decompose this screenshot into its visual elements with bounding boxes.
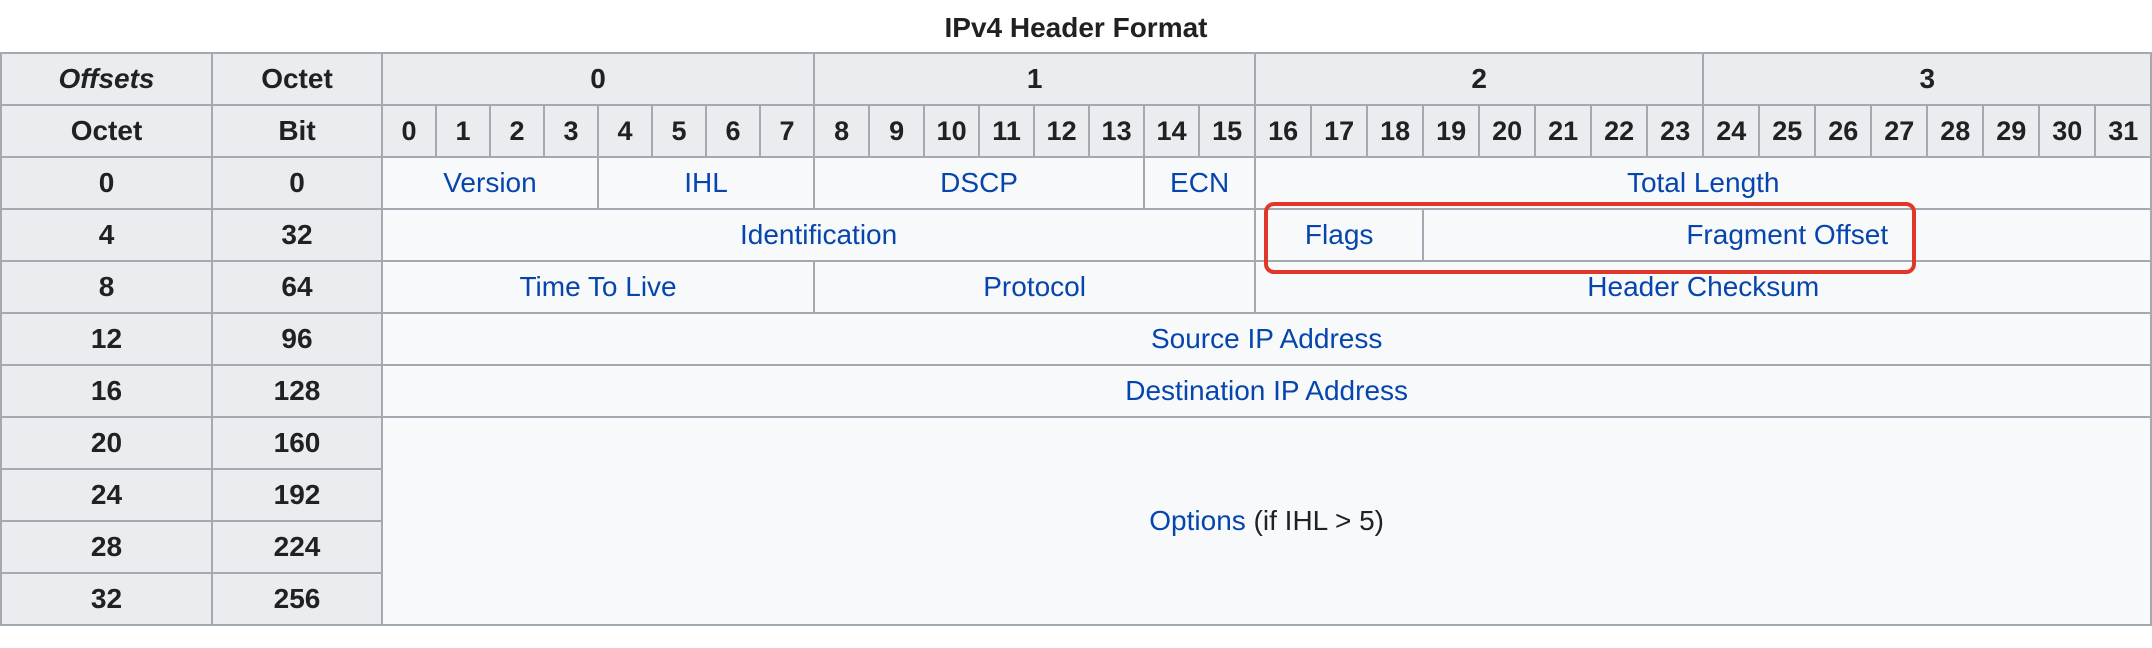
- bit-number: 17: [1310, 104, 1369, 158]
- field-identification-link[interactable]: Identification: [380, 208, 1257, 262]
- bit-number: 31: [2094, 104, 2152, 158]
- octet-number-3: 3: [1702, 52, 2152, 106]
- row-bit-offset: 224: [211, 520, 383, 574]
- bit-number: 8: [813, 104, 871, 158]
- bit-number: 29: [1982, 104, 2041, 158]
- bit-number: 22: [1590, 104, 1649, 158]
- bit-number: 28: [1926, 104, 1985, 158]
- table-row: 12 96 Source IP Address: [0, 312, 2152, 366]
- octet-number-2: 2: [1254, 52, 1705, 106]
- octet-number-0: 0: [380, 52, 816, 106]
- bit-number: 7: [758, 104, 816, 158]
- octet-number-1: 1: [813, 52, 1257, 106]
- field-ttl-link[interactable]: Time To Live: [380, 260, 816, 314]
- bit-number: 23: [1646, 104, 1705, 158]
- bit-number: 30: [2038, 104, 2097, 158]
- bit-number: 26: [1814, 104, 1873, 158]
- row-octet-offset: 4: [0, 208, 213, 262]
- row-octet-offset: 20: [0, 416, 213, 470]
- bit-number: 18: [1366, 104, 1425, 158]
- row-octet-offset: 12: [0, 312, 213, 366]
- bit-number: 0: [381, 104, 437, 158]
- row-octet-offset: 24: [0, 468, 213, 522]
- field-destination-ip-link[interactable]: Destination IP Address: [380, 364, 2152, 418]
- bit-number: 9: [868, 104, 926, 158]
- bit-number: 6: [705, 104, 761, 158]
- field-version-link[interactable]: Version: [381, 156, 599, 210]
- field-ihl-link[interactable]: IHL: [596, 156, 816, 210]
- field-options: Options (if IHL > 5): [380, 416, 2152, 626]
- row-octet-offset: 16: [0, 364, 213, 418]
- table-row: 8 64 Time To Live Protocol Header Checks…: [0, 260, 2152, 314]
- field-source-ip-link[interactable]: Source IP Address: [380, 312, 2152, 366]
- octet-row-header-link[interactable]: Octet: [0, 104, 213, 158]
- row-bit-offset: 96: [211, 312, 383, 366]
- bit-number: 21: [1534, 104, 1593, 158]
- bit-number: 16: [1254, 104, 1313, 158]
- bit-number: 13: [1088, 104, 1146, 158]
- field-flags-link[interactable]: Flags: [1254, 208, 1425, 262]
- options-condition-note: (if IHL > 5): [1245, 505, 1385, 536]
- bit-number: 12: [1033, 104, 1091, 158]
- row-bit-offset: 256: [211, 572, 383, 626]
- bit-number: 10: [923, 104, 981, 158]
- row-bit-offset: 192: [211, 468, 383, 522]
- row-octet-offset: 8: [0, 260, 213, 314]
- bit-number: 1: [435, 104, 491, 158]
- bit-number: 2: [489, 104, 545, 158]
- bit-number: 25: [1758, 104, 1817, 158]
- field-dscp-link[interactable]: DSCP: [813, 156, 1146, 210]
- field-options-link[interactable]: Options: [1149, 505, 1246, 536]
- row-bit-offset: 64: [211, 260, 383, 314]
- bit-header-link[interactable]: Bit: [211, 104, 383, 158]
- bit-number: 11: [978, 104, 1036, 158]
- bit-number: 4: [597, 104, 653, 158]
- octet-header-row: Offsets Octet 0 1 2 3: [0, 52, 2152, 106]
- bit-header-row: Octet Bit 0 1 2 3 4 5 6 7 8 9 10 11 12 1…: [0, 104, 2152, 158]
- row-bit-offset: 0: [211, 156, 383, 210]
- field-ecn-link[interactable]: ECN: [1143, 156, 1257, 210]
- ipv4-header-table: Offsets Octet 0 1 2 3 Octet Bit 0 1 2 3 …: [0, 52, 2152, 626]
- row-bit-offset: 128: [211, 364, 383, 418]
- row-bit-offset: 160: [211, 416, 383, 470]
- table-row: 0 0 Version IHL DSCP ECN Total Length: [0, 156, 2152, 210]
- table-row: 20 160 Options (if IHL > 5): [0, 416, 2152, 626]
- table-caption: IPv4 Header Format: [944, 12, 1208, 43]
- bit-number: 20: [1478, 104, 1537, 158]
- field-fragment-offset-link[interactable]: Fragment Offset: [1422, 208, 2152, 262]
- bit-number: 27: [1870, 104, 1929, 158]
- table-row: 4 32 Identification Flags Fragment Offse…: [0, 208, 2152, 262]
- table-row: 16 128 Destination IP Address: [0, 364, 2152, 418]
- bit-number: 19: [1422, 104, 1481, 158]
- field-total-length-link[interactable]: Total Length: [1254, 156, 2152, 210]
- bit-number: 5: [651, 104, 707, 158]
- bit-number: 15: [1198, 104, 1257, 158]
- bit-number: 24: [1702, 104, 1761, 158]
- offsets-header: Offsets: [0, 52, 213, 106]
- bit-number: 14: [1143, 104, 1201, 158]
- row-octet-offset: 32: [0, 572, 213, 626]
- bit-number: 3: [543, 104, 599, 158]
- field-protocol-link[interactable]: Protocol: [813, 260, 1257, 314]
- row-octet-offset: 28: [0, 520, 213, 574]
- field-header-checksum-link[interactable]: Header Checksum: [1254, 260, 2152, 314]
- row-octet-offset: 0: [0, 156, 213, 210]
- row-bit-offset: 32: [211, 208, 383, 262]
- octet-column-header-link[interactable]: Octet: [211, 52, 383, 106]
